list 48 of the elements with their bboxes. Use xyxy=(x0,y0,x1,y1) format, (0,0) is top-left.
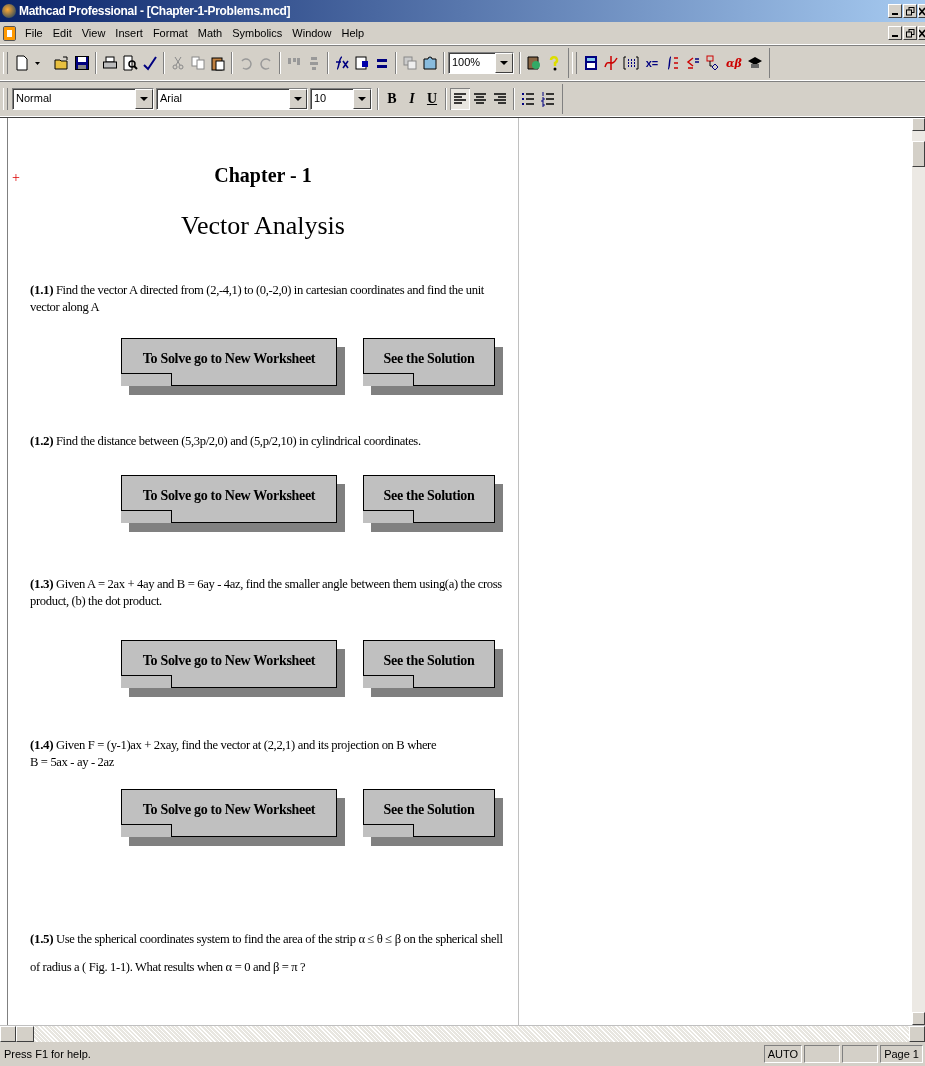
greek-button[interactable]: αβ xyxy=(723,52,745,74)
vertical-scrollbar[interactable] xyxy=(912,118,925,1025)
cursor-crosshair: + xyxy=(12,170,20,186)
bold-button[interactable]: B xyxy=(382,88,402,110)
menu-item[interactable]: File xyxy=(20,27,48,39)
minimize-button[interactable] xyxy=(888,26,902,40)
mode-indicator: AUTO xyxy=(763,1045,803,1063)
problem-text: (1.4) Given F = (y-1)ax + 2xay, find the vector at (2,2,1) and its projection on B where B = 5ax - ay - 2az xyxy=(30,736,438,771)
menu-item[interactable]: Format xyxy=(147,27,193,39)
status-pane xyxy=(842,1045,879,1063)
window-title: Mathcad Professional - [Chapter-1-Problems.mcd] xyxy=(19,4,292,18)
status-message: Press F1 for help. xyxy=(3,1048,92,1060)
restore-icon xyxy=(905,6,915,16)
restore-icon xyxy=(905,28,915,38)
problem-text: (1.5) Use the spherical coordinates system to find the area of the strip α ≤ θ ≤ β on the spherical shell of radius a ( Fig. 1-1). What results when α = 0 and β = π ? xyxy=(30,930,504,976)
size-dropdown[interactable]: 10 xyxy=(310,88,372,110)
menu-item[interactable]: View xyxy=(76,27,111,39)
italic-button[interactable]: I xyxy=(402,88,422,110)
problem-text: (1.3) Given A = 2ax + 4ay and B = 6ay - 4az, find the smaller angle between them using(a) the cross product, (b) the dot product. xyxy=(30,575,503,610)
close-icon xyxy=(919,6,925,16)
restore-button[interactable] xyxy=(903,26,917,40)
horizontal-scrollbar[interactable] xyxy=(0,1025,925,1042)
document-title: Vector Analysis xyxy=(181,211,345,241)
document-icon[interactable] xyxy=(3,25,16,41)
menu-item[interactable]: Symbolics xyxy=(227,27,288,39)
close-button[interactable] xyxy=(918,4,925,18)
menu-item[interactable]: Help xyxy=(336,27,370,39)
menu-item[interactable]: Window xyxy=(287,27,337,39)
menu-item[interactable]: Insert xyxy=(110,27,148,39)
restore-button[interactable] xyxy=(903,4,917,18)
evaluation-button[interactable]: x= xyxy=(641,52,663,74)
underline-button[interactable]: U xyxy=(422,88,442,110)
app-icon xyxy=(2,4,16,18)
close-button[interactable] xyxy=(918,26,925,40)
chapter-heading: Chapter - 1 xyxy=(214,164,312,187)
align-left-icon[interactable] xyxy=(450,88,470,110)
page-indicator: Page 1 xyxy=(880,1045,923,1063)
print-preview-icon[interactable] xyxy=(120,52,140,74)
status-pane xyxy=(804,1045,841,1063)
style-dropdown[interactable]: Normal xyxy=(12,88,154,110)
zoom-dropdown[interactable]: 100% xyxy=(448,52,514,74)
font-dropdown[interactable]: Arial xyxy=(156,88,308,110)
menu-item[interactable]: Edit xyxy=(47,27,77,39)
close-icon xyxy=(919,28,925,38)
minimize-button[interactable] xyxy=(888,4,902,18)
menu-item[interactable]: Math xyxy=(192,27,228,39)
problem-text: (1.1) Find the vector A directed from (2,-4,1) to (0,-2,0) in cartesian coordinates and find the unit vector along A xyxy=(30,281,485,316)
problem-text: (1.2) Find the distance between (5,3p/2,0) and (5,p/2,10) in cylindrical coordinates. xyxy=(30,432,422,450)
